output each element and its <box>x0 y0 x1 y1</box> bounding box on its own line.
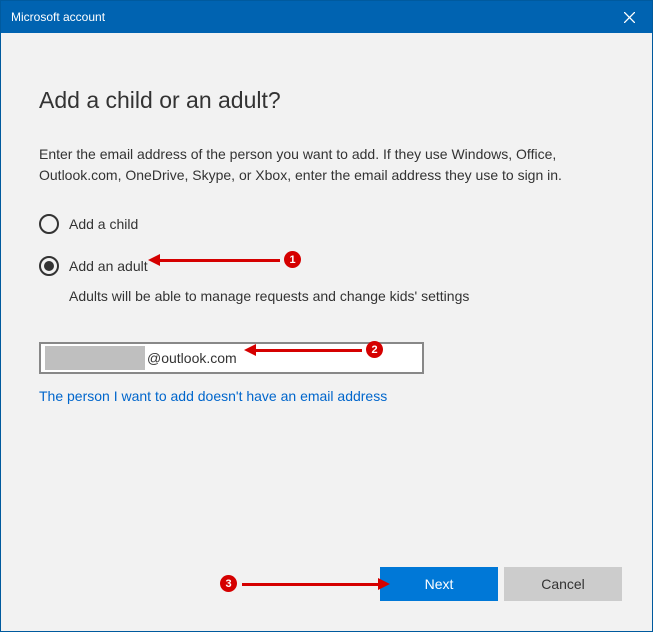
redacted-block <box>45 346 145 370</box>
radio-child-label: Add a child <box>69 216 138 232</box>
radio-adult-label: Add an adult <box>69 258 148 274</box>
close-icon <box>624 12 635 23</box>
dialog-content: Add a child or an adult? Enter the email… <box>1 33 652 406</box>
radio-icon <box>39 214 59 234</box>
titlebar: Microsoft account <box>1 1 652 33</box>
cancel-button[interactable]: Cancel <box>504 567 622 601</box>
close-button[interactable] <box>606 1 652 33</box>
page-heading: Add a child or an adult? <box>39 87 614 114</box>
radio-add-adult[interactable]: Add an adult <box>39 256 614 276</box>
adult-hint-text: Adults will be able to manage requests a… <box>69 288 614 304</box>
window-title: Microsoft account <box>11 10 105 24</box>
email-input[interactable]: @outlook.com <box>39 342 424 374</box>
dialog-footer: Next Cancel <box>380 567 622 601</box>
radio-add-child[interactable]: Add a child <box>39 214 614 234</box>
next-button[interactable]: Next <box>380 567 498 601</box>
description-text: Enter the email address of the person yo… <box>39 144 614 186</box>
email-value: @outlook.com <box>147 350 422 366</box>
radio-icon <box>39 256 59 276</box>
no-email-link[interactable]: The person I want to add doesn't have an… <box>39 388 387 404</box>
